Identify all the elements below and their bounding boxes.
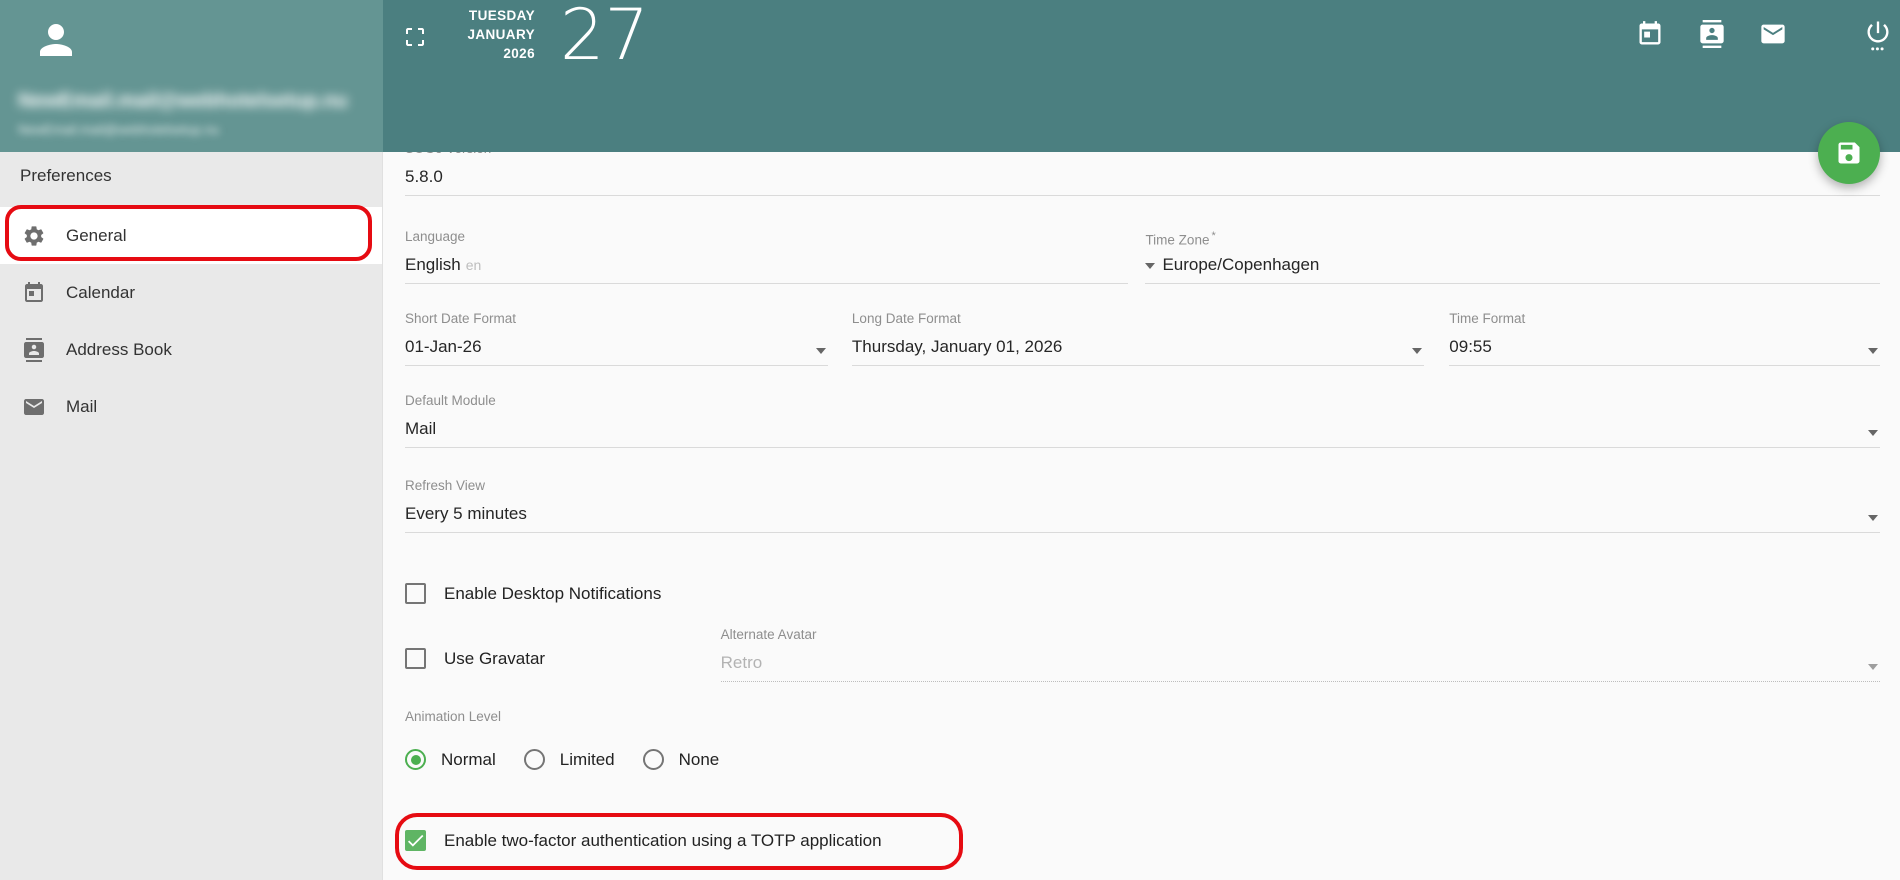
row-desktop-notifications: Enable Desktop Notifications [405, 583, 1880, 604]
field-long-date-format[interactable]: Long Date Format Thursday, January 01, 2… [852, 310, 1424, 366]
chevron-down-icon [816, 348, 826, 354]
user-avatar-icon [32, 16, 80, 64]
calendar-icon [22, 281, 46, 305]
row-date-time-formats: Short Date Format 01-Jan-26 Long Date Fo… [405, 310, 1880, 366]
desktop-notifications-checkbox[interactable] [405, 583, 426, 604]
sidebar-item-general[interactable]: General [0, 207, 382, 264]
address-book-icon [22, 338, 46, 362]
chevron-down-icon [1412, 348, 1422, 354]
use-gravatar-checkbox[interactable] [405, 648, 426, 669]
field-language[interactable]: Language English en [405, 228, 1128, 284]
field-underline [405, 276, 1128, 284]
sidebar-item-calendar[interactable]: Calendar [0, 264, 382, 321]
language-code: en [466, 257, 482, 273]
row-totp: Enable two-factor authentication using a… [405, 830, 1880, 851]
field-underline [405, 440, 1880, 448]
mail-icon [22, 395, 46, 419]
alternate-avatar-label: Alternate Avatar [721, 626, 1880, 643]
sidebar-title: Preferences [20, 166, 112, 186]
sidebar-item-address-book[interactable]: Address Book [0, 321, 382, 378]
language-label: Language [405, 228, 1128, 245]
radio-dot [411, 755, 421, 765]
row-gravatar: Use Gravatar Alternate Avatar Retro [405, 626, 1880, 686]
radio-none[interactable] [643, 749, 664, 770]
month-label: JANUARY [420, 25, 535, 44]
sidebar-items: General Calendar Address Book Mail [0, 207, 382, 435]
field-underline [405, 188, 1880, 196]
field-alternate-avatar[interactable]: Alternate Avatar Retro [721, 626, 1880, 682]
field-time-format[interactable]: Time Format 09:55 [1449, 310, 1880, 366]
sidebar-item-mail[interactable]: Mail [0, 378, 382, 435]
field-default-module[interactable]: Default Module Mail [405, 392, 1880, 448]
radio-limited-label: Limited [560, 750, 615, 770]
field-short-date-format[interactable]: Short Date Format 01-Jan-26 [405, 310, 828, 366]
refresh-view-value: Every 5 minutes [405, 503, 1880, 525]
radio-limited[interactable] [524, 749, 545, 770]
save-button[interactable] [1818, 122, 1880, 184]
time-zone-value: Europe/Copenhagen [1162, 255, 1319, 274]
default-module-label: Default Module [405, 392, 1880, 409]
default-module-value: Mail [405, 418, 1880, 440]
field-underline [1145, 276, 1880, 284]
save-floppy-icon [1835, 139, 1863, 167]
power-logout-icon[interactable] [1864, 18, 1892, 50]
field-underline [852, 358, 1424, 366]
preferences-sidebar: Preferences General Calendar Address Boo… [0, 152, 383, 880]
radio-normal-label: Normal [441, 750, 496, 770]
sidebar-item-label: Calendar [66, 283, 135, 303]
account-email-secondary-blurred: NewEmail.mail@webhotelsetup.nu [18, 122, 219, 137]
alternate-avatar-value: Retro [721, 652, 1880, 674]
use-gravatar-control: Use Gravatar [405, 648, 545, 669]
mail-module-icon[interactable] [1759, 20, 1787, 52]
radio-normal[interactable] [405, 749, 426, 770]
address-book-module-icon[interactable] [1698, 20, 1726, 52]
check-icon [405, 830, 426, 851]
row-language-timezone: Language English en Time Zone* Europe/Cop… [405, 228, 1880, 284]
account-email-blurred: NewEmail.mail@webhotelsetup.nu [18, 90, 348, 113]
chevron-down-icon [1868, 515, 1878, 521]
refresh-view-label: Refresh View [405, 477, 1880, 494]
chevron-down-icon [1145, 263, 1155, 269]
weekday-label: TUESDAY [420, 6, 535, 25]
desktop-notifications-label: Enable Desktop Notifications [444, 584, 661, 604]
totp-checkbox[interactable] [405, 830, 426, 851]
calendar-module-icon[interactable] [1636, 20, 1664, 52]
chevron-down-icon [1868, 664, 1878, 670]
field-refresh-view[interactable]: Refresh View Every 5 minutes [405, 477, 1880, 533]
sidebar-item-label: Mail [66, 397, 97, 417]
long-date-format-value: Thursday, January 01, 2026 [852, 336, 1424, 358]
sogo-version-value: 5.8.0 [405, 166, 1880, 188]
field-underline [405, 358, 828, 366]
chevron-down-icon [1868, 348, 1878, 354]
short-date-format-value: 01-Jan-26 [405, 336, 828, 358]
time-format-label: Time Format [1449, 310, 1880, 327]
time-zone-label: Time Zone [1145, 233, 1209, 248]
sidebar-item-label: Address Book [66, 340, 172, 360]
field-underline-dotted [721, 674, 1880, 682]
animation-level-radio-group: Normal Limited None [405, 749, 1880, 770]
language-value: English [405, 255, 461, 274]
short-date-format-label: Short Date Format [405, 310, 828, 327]
day-number: 27 [560, 0, 649, 76]
radio-none-label: None [679, 750, 720, 770]
totp-label: Enable two-factor authentication using a… [444, 831, 882, 851]
gear-icon [22, 224, 46, 248]
sidebar-item-label: General [66, 226, 126, 246]
use-gravatar-label: Use Gravatar [444, 649, 545, 669]
current-date: TUESDAY JANUARY 2026 [420, 6, 535, 63]
long-date-format-label: Long Date Format [852, 310, 1424, 327]
field-underline [405, 525, 1880, 533]
field-underline [1449, 358, 1880, 366]
field-time-zone[interactable]: Time Zone* Europe/Copenhagen [1145, 228, 1880, 284]
time-format-value: 09:55 [1449, 336, 1880, 358]
user-account-block[interactable]: NewEmail.mail@webhotelsetup.nu NewEmail.… [0, 0, 383, 152]
sogo-preferences-screen: SOGo Version 5.8.0 Language Englishen Ti… [0, 0, 1900, 880]
required-mark: * [1211, 230, 1215, 242]
chevron-down-icon [1868, 430, 1878, 436]
animation-level-label: Animation Level [405, 708, 1880, 725]
year-label: 2026 [420, 44, 535, 63]
top-header-bar: NewEmail.mail@webhotelsetup.nu NewEmail.… [0, 0, 1900, 152]
